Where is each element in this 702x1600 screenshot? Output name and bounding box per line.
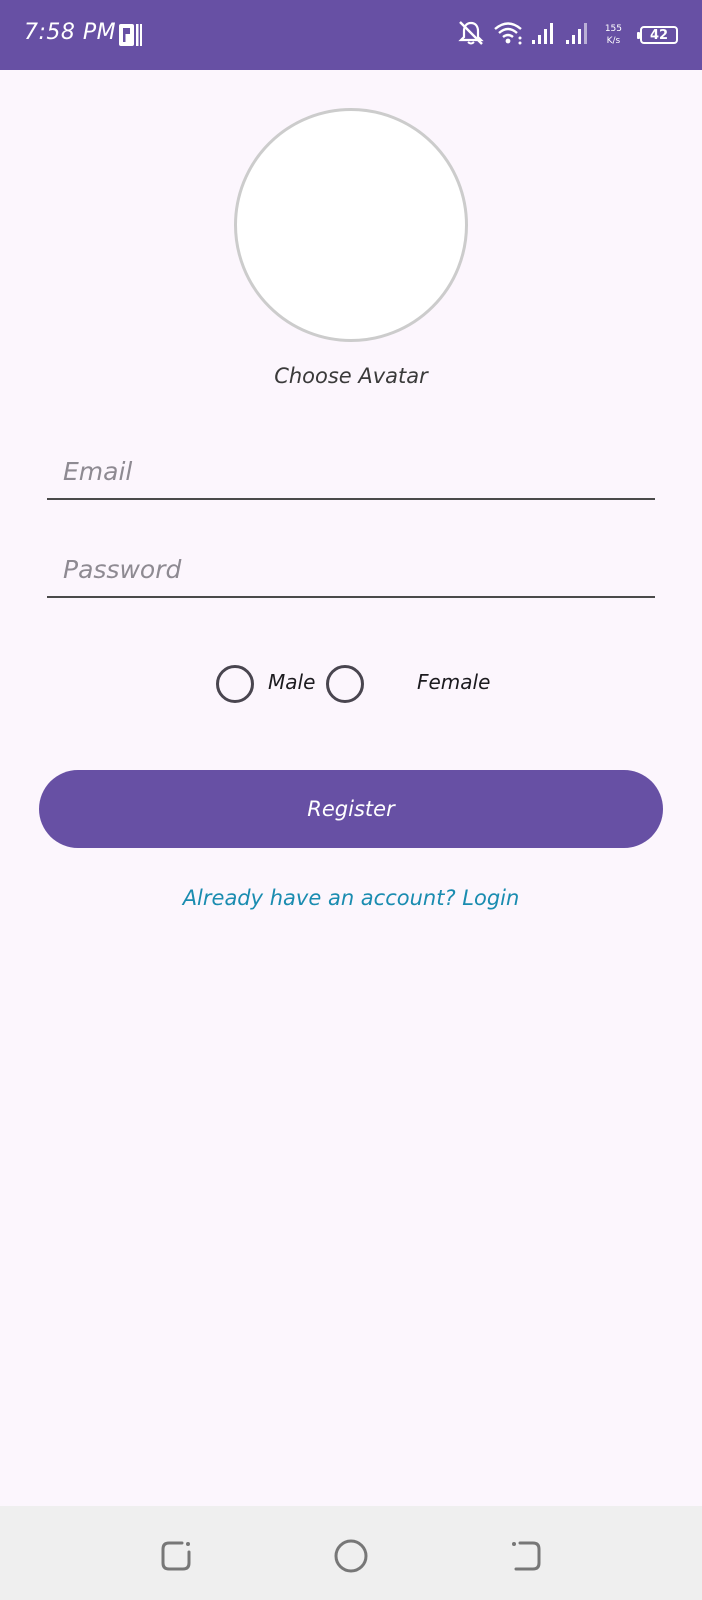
status-time: 7:58 PM [24,20,117,45]
bell-off-icon [457,19,485,51]
register-button-label: Register [307,797,395,821]
status-icons: 155 K/s 42 [457,18,678,52]
choose-avatar-label: Choose Avatar [274,364,428,388]
female-radio[interactable] [326,665,364,703]
status-bar: 7:58 PM 155 K/s 42 [0,0,702,70]
recents-icon[interactable] [158,1538,194,1574]
signal-icon [531,21,557,49]
email-field-container [47,436,655,500]
app-notification-icon [118,22,142,48]
system-nav-bar [0,1506,702,1600]
network-speed-unit: K/s [606,36,621,46]
password-field[interactable] [47,534,655,596]
back-icon[interactable] [508,1538,544,1574]
avatar-picker[interactable] [234,108,468,342]
password-field-container [47,534,655,598]
email-field[interactable] [47,436,655,498]
female-label: Female [417,670,491,694]
login-link[interactable]: Already have an account? Login [0,886,702,910]
network-speed: 155 K/s [605,23,622,47]
network-speed-value: 155 [604,24,622,34]
home-icon[interactable] [333,1538,369,1574]
male-radio[interactable] [216,665,254,703]
male-label: Male [268,670,316,694]
signal-icon [565,21,591,49]
register-button[interactable]: Register [39,770,663,848]
battery-level: 42 [649,27,669,43]
battery-indicator: 42 [637,26,678,44]
wifi-icon [493,20,523,50]
